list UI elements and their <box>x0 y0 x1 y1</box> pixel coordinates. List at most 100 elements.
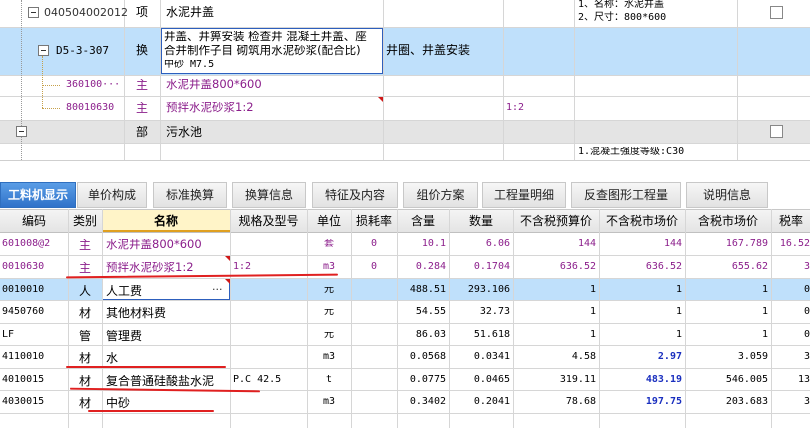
cell-name[interactable]: 管理费 <box>106 330 226 342</box>
col-tax-market[interactable]: 含税市场价 <box>685 210 771 232</box>
edit-ellipsis-button[interactable]: ··· <box>212 284 223 295</box>
cell-qty: 0.1704 <box>473 262 510 272</box>
cell-spec: P.C 42.5 <box>233 375 282 385</box>
cell-budget: 1 <box>589 285 596 295</box>
upper-row-section[interactable] <box>0 120 810 143</box>
tab-reverse-graphic[interactable]: 反查图形工程量 <box>571 182 681 208</box>
upper-type: 主 <box>136 79 149 91</box>
cell-type: 材 <box>78 307 91 319</box>
upper-row-main2[interactable] <box>0 96 810 120</box>
cell-name[interactable]: 中砂 <box>106 397 226 409</box>
upper-code: D5-3-307 <box>56 45 109 56</box>
upper-type: 换 <box>136 44 149 56</box>
upper-code: 040504002012 <box>44 7 128 18</box>
tab-conversion-info[interactable]: 换算信息 <box>232 182 306 208</box>
modified-marker <box>225 279 230 284</box>
annotation-underline <box>66 366 226 368</box>
upper-row-main1[interactable] <box>0 75 810 96</box>
cell-type: 主 <box>78 262 91 274</box>
cell-name[interactable]: 水泥井盖800*600 <box>106 239 226 251</box>
col-content[interactable]: 含量 <box>397 210 449 232</box>
col-type[interactable]: 类别 <box>68 210 102 232</box>
cell-market[interactable]: 636.52 <box>599 262 682 272</box>
cell-market[interactable]: 144 <box>599 239 682 249</box>
cell-market[interactable]: 1 <box>599 285 682 295</box>
cell-code: 0010010 <box>2 285 45 295</box>
cell-rate: 3 <box>803 352 810 362</box>
cell-loss: 0 <box>370 239 378 249</box>
cell-content: 0.284 <box>415 262 446 272</box>
col-spec[interactable]: 规格及型号 <box>230 210 307 232</box>
cell-type: 材 <box>78 352 91 364</box>
tab-standard-conversion[interactable]: 标准换算 <box>153 182 227 208</box>
col-code[interactable]: 编码 <box>0 210 68 232</box>
cell-name[interactable]: 水 <box>106 352 226 364</box>
tab-unit-price[interactable]: 单价构成 <box>77 182 147 208</box>
col-loss[interactable]: 损耗率 <box>351 210 397 232</box>
cell-code: 9450760 <box>2 307 45 317</box>
cell-qty: 0.0465 <box>473 375 510 385</box>
cell-qty: 32.73 <box>479 307 510 317</box>
collapse-toggle-icon[interactable] <box>28 7 39 18</box>
cell-market[interactable]: 1 <box>599 330 682 340</box>
col-name[interactable]: 名称 <box>102 210 230 232</box>
cell-content: 10.1 <box>421 239 446 249</box>
cell-name[interactable]: 人工费 <box>106 285 226 297</box>
cell-type: 人 <box>78 285 91 297</box>
upper-spec: 1:2 <box>506 103 525 113</box>
cell-budget: 144 <box>577 239 596 249</box>
cell-market[interactable]: 1 <box>599 307 682 317</box>
cell-market[interactable]: 483.19 <box>599 375 682 385</box>
upper-type: 主 <box>136 102 149 114</box>
col-budget[interactable]: 不含税预算价 <box>513 210 599 232</box>
cell-name[interactable]: 预拌水泥砂浆1:2 <box>106 262 226 274</box>
cell-content: 86.03 <box>415 330 446 340</box>
cell-tax-market: 546.005 <box>725 375 768 385</box>
cell-tax-market: 167.789 <box>725 239 768 249</box>
cell-market[interactable]: 197.75 <box>599 397 682 407</box>
cell-market[interactable]: 2.97 <box>599 352 682 362</box>
cell-loss: 0 <box>370 262 378 272</box>
cell-qty: 0.0341 <box>473 352 510 362</box>
row-checkbox[interactable] <box>770 125 783 138</box>
cell-name[interactable]: 复合普通硅酸盐水泥 <box>106 375 226 387</box>
cell-code: 0010630 <box>2 262 45 272</box>
tab-labor-material[interactable]: 工料机显示 <box>0 182 76 208</box>
cell-code: 4010015 <box>2 375 45 385</box>
cell-code: 601008@2 <box>2 239 51 249</box>
cell-qty: 51.618 <box>473 330 510 340</box>
cell-rate: 0 <box>803 285 810 295</box>
upper-name: 预拌水泥砂浆1:2 <box>166 102 254 114</box>
collapse-toggle-icon[interactable] <box>38 45 49 56</box>
col-market[interactable]: 不含税市场价 <box>599 210 685 232</box>
cell-tax-market: 1 <box>761 285 768 295</box>
cell-budget: 1 <box>589 330 596 340</box>
cell-content: 488.51 <box>409 285 446 295</box>
upper-name-line: 中砂 M7.5 <box>164 60 215 70</box>
upper-row-next[interactable] <box>0 143 810 160</box>
row-checkbox[interactable] <box>770 6 783 19</box>
cell-spec: 1:2 <box>233 262 252 272</box>
cell-tax-market: 203.683 <box>725 397 768 407</box>
col-qty[interactable]: 数量 <box>449 210 513 232</box>
tab-quantity-details[interactable]: 工程量明细 <box>482 182 566 208</box>
tree-line <box>42 108 60 109</box>
cell-code: LF <box>2 330 15 340</box>
cell-name[interactable]: 其他材料费 <box>106 307 226 319</box>
tab-features[interactable]: 特征及内容 <box>312 182 398 208</box>
tab-description[interactable]: 说明信息 <box>686 182 768 208</box>
upper-code: 360100··· <box>66 80 121 90</box>
tab-pricing-scheme[interactable]: 组价方案 <box>403 182 478 208</box>
cell-unit: 套 <box>324 239 334 249</box>
cell-unit: m3 <box>322 397 336 407</box>
collapse-toggle-icon[interactable] <box>16 126 27 137</box>
col-unit[interactable]: 单位 <box>307 210 351 232</box>
col-rate[interactable]: 税率 <box>771 210 810 232</box>
cell-budget: 1 <box>589 307 596 317</box>
cell-content: 0.0775 <box>409 375 446 385</box>
cell-tax-market: 1 <box>761 330 768 340</box>
cell-unit: m3 <box>322 352 336 362</box>
cell-type: 材 <box>78 397 91 409</box>
cell-unit: 元 <box>324 330 334 340</box>
pane-splitter[interactable] <box>0 160 810 182</box>
